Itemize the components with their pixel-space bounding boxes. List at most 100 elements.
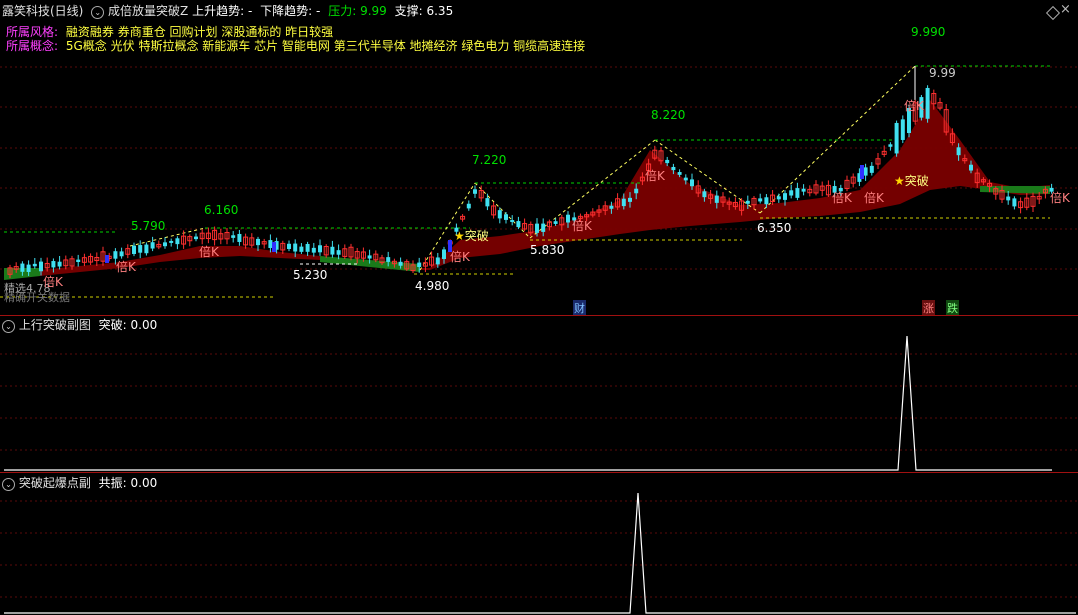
candle-body (516, 221, 521, 228)
candle-body (1012, 198, 1017, 207)
candle-body (169, 240, 174, 243)
candle-body (231, 235, 236, 238)
candle-body (801, 188, 806, 192)
candle-body (237, 233, 242, 242)
finance-event-badge[interactable]: 财 (573, 300, 586, 316)
candle-body (869, 165, 874, 173)
double-k-marker: 倍K (450, 250, 470, 264)
candle-body (789, 190, 794, 196)
candle-body (287, 243, 291, 249)
candle-body (745, 200, 750, 204)
highlight-bar (272, 242, 276, 252)
candle-body (256, 238, 260, 246)
double-k-marker: 倍K (1050, 191, 1070, 205)
candle-body (671, 166, 676, 171)
sub2-chart[interactable] (0, 473, 1078, 615)
candle-body (268, 240, 273, 248)
candle-body (163, 242, 167, 247)
trough-label: 6.350 (757, 221, 792, 235)
star-icon: ★ (894, 174, 905, 188)
rise-event-badge[interactable]: 涨 (922, 300, 935, 316)
star-icon: ★ (454, 229, 465, 243)
candle-body (1006, 196, 1011, 201)
candle-body (628, 197, 632, 202)
candle-body (566, 214, 570, 223)
sub1-chart[interactable] (0, 316, 1078, 473)
candle-body (690, 179, 694, 187)
candle-body (702, 191, 707, 198)
double-k-marker: 倍K (645, 169, 665, 183)
candle-body (677, 172, 682, 175)
candle-body (609, 205, 614, 209)
candle-body (386, 257, 391, 262)
trough-label: 5.230 (293, 268, 328, 282)
main-chart[interactable] (0, 0, 1078, 315)
candle-body (144, 244, 149, 254)
highlight-bar (105, 255, 109, 263)
candle-body (900, 119, 905, 140)
peak-label: 5.790 (131, 219, 166, 233)
peak-label: 6.160 (204, 203, 239, 217)
candle-body (634, 188, 639, 194)
candle-body (336, 250, 341, 255)
candle-body (299, 246, 304, 252)
candle-body (32, 263, 37, 267)
double-k-marker: 倍K (43, 275, 63, 289)
double-k-marker: 倍K (864, 191, 884, 205)
candle-body (367, 255, 372, 259)
candle-body (194, 236, 198, 240)
candle-body (417, 262, 422, 268)
candle-body (51, 261, 56, 268)
candle-body (894, 122, 899, 154)
candle-body (293, 243, 298, 252)
candle-body (535, 223, 539, 233)
peak-label: 9.990 (911, 25, 946, 39)
candle-body (969, 164, 973, 171)
candle-body (311, 247, 316, 253)
fall-event-badge[interactable]: 跌 (946, 300, 959, 316)
double-k-marker: 倍K (572, 219, 592, 233)
breakout-label: 突破 (464, 229, 489, 243)
candle-body (776, 196, 781, 200)
candle-body (175, 238, 180, 245)
candle-body (485, 198, 490, 207)
double-k-marker: 倍K (199, 245, 219, 259)
candle-body (76, 259, 81, 263)
candle-body (318, 245, 322, 253)
left-label-2: 精确开关数据 (4, 291, 70, 304)
candle-body (435, 257, 440, 265)
breakout-label: 突破 (904, 174, 929, 188)
candle-body (39, 261, 43, 272)
trough-label: 5.830 (530, 243, 565, 257)
candle-body (683, 177, 688, 181)
breakout-marker: ★突破 (454, 227, 489, 244)
candle-body (510, 220, 515, 223)
candle-body (466, 203, 471, 209)
candle-body (150, 242, 155, 249)
candle-body (888, 144, 893, 147)
candle-body (665, 159, 670, 164)
candle-body (714, 195, 719, 203)
candle-body (758, 198, 763, 202)
double-k-marker: 倍K (904, 99, 924, 113)
last-high-label: 9.99 (929, 66, 956, 80)
candle-body (330, 246, 335, 255)
candle-body (504, 214, 508, 220)
trend-band (4, 100, 1050, 278)
candle-body (20, 263, 25, 272)
breakout-marker: ★突破 (894, 172, 929, 189)
candle-body (863, 167, 868, 176)
sub2-signal-line (4, 492, 1076, 614)
candle-body (119, 251, 124, 257)
candle-body (398, 261, 403, 266)
peak-label: 7.220 (472, 153, 507, 167)
candle-body (764, 197, 769, 205)
candle-body (541, 223, 546, 232)
highlight-bar (860, 165, 864, 179)
candle-body (132, 245, 136, 254)
candle-body (553, 221, 558, 224)
candle-body (956, 147, 961, 156)
peak-label: 8.220 (651, 108, 686, 122)
candle-body (925, 87, 930, 119)
candle-body (621, 198, 626, 207)
